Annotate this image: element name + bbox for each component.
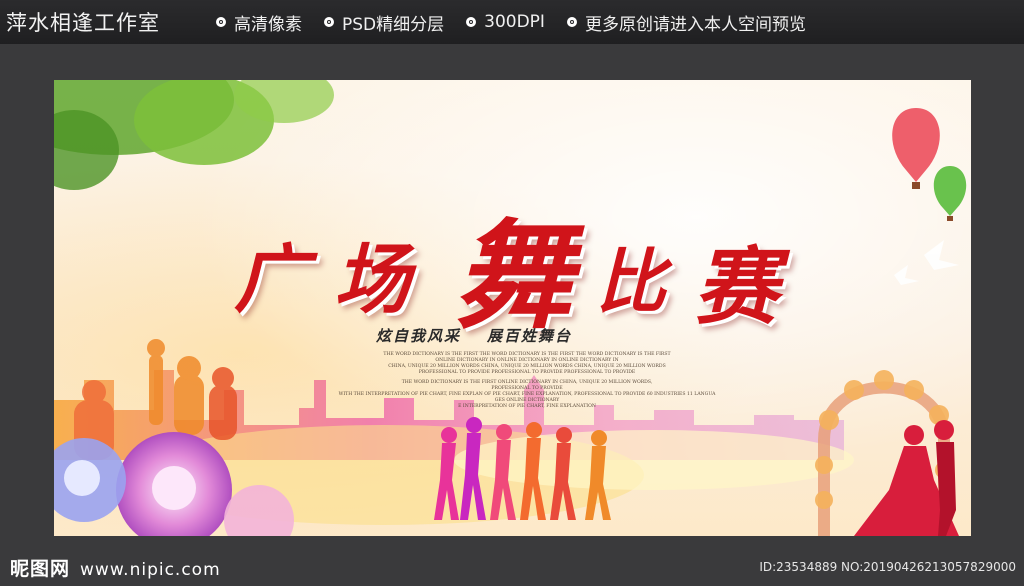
- bullet-icon: [324, 17, 334, 27]
- feature-item: 300DPI: [466, 10, 545, 35]
- site-name: 昵图网: [10, 557, 71, 580]
- top-banner: 萍水相逢工作室 高清像素 PSD精细分层 300DPI 更多原创请进入本人空间预…: [0, 0, 1024, 44]
- feature-item: 更多原创请进入本人空间预览: [566, 10, 806, 35]
- fine-print-line: PROFESSIONAL TO PROVIDE PROFESSIONAL TO …: [418, 370, 636, 375]
- studio-name: 萍水相逢工作室: [6, 11, 160, 35]
- feature-item: PSD精细分层: [324, 10, 444, 35]
- hot-air-balloon-graphic: [892, 108, 967, 221]
- dancing-couple-graphic: [854, 420, 959, 536]
- feature-list: 高清像素 PSD精细分层 300DPI 更多原创请进入本人空间预览: [216, 10, 828, 35]
- slogan-text: 展百姓舞台: [487, 327, 573, 345]
- title-char: 赛: [694, 237, 779, 336]
- site-url: www.nipic.com: [80, 559, 221, 580]
- watermark-footer: 昵图网 www.nipic.com ID:23534889 NO:20190426…: [0, 548, 1024, 586]
- poster-artwork: 广 场 舞 比 赛 炫自我风采 展百姓舞台 THE WORD DICTIONAR…: [54, 80, 971, 536]
- title-char: 场: [334, 235, 410, 324]
- fine-print-block: THE WORD DICTIONARY IS THE FIRST THE WOR…: [302, 352, 752, 410]
- site-watermark: 昵图网 www.nipic.com: [10, 554, 221, 581]
- bullet-icon: [216, 17, 226, 27]
- slogan-text: 炫自我风采: [376, 327, 462, 345]
- tree-leaves-graphic: [54, 80, 334, 190]
- title-char: 广: [234, 237, 308, 323]
- bullet-icon: [466, 17, 477, 27]
- bullet-icon: [566, 17, 577, 27]
- feature-item: 高清像素: [216, 10, 302, 35]
- slogan-line: 炫自我风采 展百姓舞台: [376, 325, 598, 346]
- dove-graphic: [894, 240, 959, 285]
- title-char: 比: [596, 240, 666, 323]
- poster-title: 广 场 舞 比 赛: [224, 190, 824, 345]
- image-id-label: ID:23534889 NO:20190426213057829000: [759, 560, 1016, 574]
- fine-print-line: E INTERPRETATION OF PIE CHART, FINE EXPL…: [458, 404, 596, 409]
